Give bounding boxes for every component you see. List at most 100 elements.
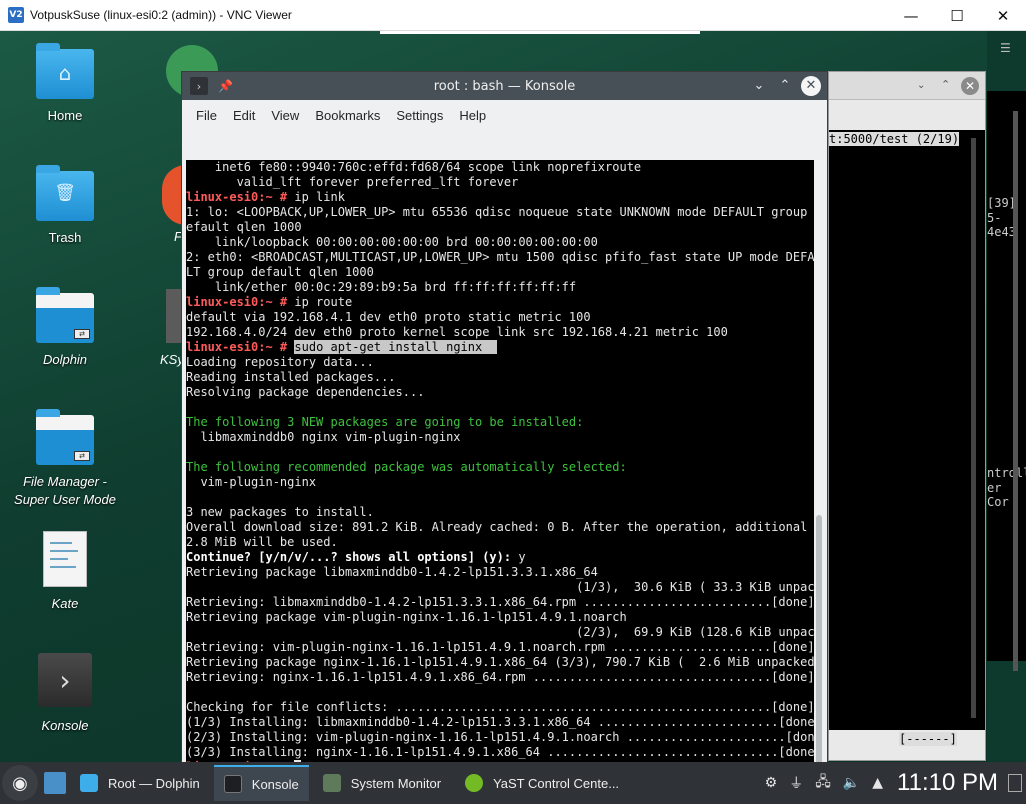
- terminal-output[interactable]: inet6 fe80::9940:760c:effd:fd68/64 scope…: [186, 160, 818, 762]
- vnc-minimize-button[interactable]: —: [888, 0, 934, 31]
- background-window-close-icon[interactable]: ✕: [961, 77, 979, 95]
- show-desktop-button[interactable]: [1008, 774, 1022, 792]
- menu-edit[interactable]: Edit: [233, 108, 255, 123]
- bold-prompt-text: Continue? [y/n/v/...? shows all options]…: [186, 550, 512, 564]
- vnc-close-button[interactable]: ✕: [980, 0, 1026, 31]
- scrollbar-thumb[interactable]: [816, 515, 822, 762]
- chevron-up-icon[interactable]: ⌃: [941, 78, 950, 91]
- bg-scrollbar[interactable]: [971, 138, 976, 718]
- terminal-line: (3/3) Installing: nginx-1.16.1-lp151.4.9…: [186, 745, 818, 760]
- expand-icon[interactable]: ▲: [872, 775, 883, 791]
- task-konsole[interactable]: Konsole: [213, 765, 309, 801]
- vnc-window-title: VotpuskSuse (linux-esi0:2 (admin)) - VNC…: [30, 8, 292, 22]
- vnc-maximize-button[interactable]: ☐: [934, 0, 980, 31]
- terminal-line: valid_lft forever preferred_lft forever: [186, 175, 818, 190]
- terminal-line: vim-plugin-nginx: [186, 475, 818, 490]
- konsole-menubar: File Edit View Bookmarks Settings Help: [182, 100, 827, 130]
- tools-icon[interactable]: ⚙: [765, 775, 778, 791]
- edge-terminal-line: 5-4e43: [987, 211, 1016, 239]
- desktop-icon-konsole[interactable]: › Konsole: [0, 653, 130, 735]
- chevron-up-icon[interactable]: ⌃: [775, 76, 795, 96]
- output-text: efault qlen 1000: [186, 220, 302, 234]
- desktop-icon-label: Home: [47, 108, 83, 123]
- output-text: inet6 fe80::9940:760c:effd:fd68/64 scope…: [186, 160, 642, 174]
- task-label: Root — Dolphin: [108, 775, 200, 791]
- output-text: (3/3) Installing: nginx-1.16.1-lp151.4.9…: [186, 745, 818, 759]
- yast-task-icon: [465, 774, 484, 792]
- output-text: LT group default qlen 1000: [186, 265, 374, 279]
- konsole-app-icon[interactable]: ›: [190, 77, 208, 95]
- chevron-down-icon[interactable]: ⌄: [749, 76, 769, 96]
- terminal-line: Retrieving: libmaxminddb0-1.4.2-lp151.3.…: [186, 595, 818, 610]
- terminal-line: Retrieving: nginx-1.16.1-lp151.4.9.1.x86…: [186, 670, 818, 685]
- application-launcher-icon[interactable]: ◉: [2, 765, 38, 801]
- background-window-titlebar[interactable]: ⌄ ⌃ ✕: [829, 72, 985, 100]
- edge-terminal-line: ntroll: [987, 466, 1026, 480]
- menu-view[interactable]: View: [271, 108, 299, 123]
- output-text: 2: eth0: <BROADCAST,MULTICAST,UP,LOWER_U…: [186, 250, 818, 264]
- output-text: Reading installed packages...: [186, 370, 396, 384]
- menu-bookmarks[interactable]: Bookmarks: [315, 108, 380, 123]
- konsole-window[interactable]: › 📌 root : bash — Konsole ⌄ ⌃ ✕ File Edi…: [181, 71, 828, 762]
- menu-file[interactable]: File: [196, 108, 217, 123]
- output-text: Retrieving: vim-plugin-nginx-1.16.1-lp15…: [186, 640, 815, 654]
- edge-scrollbar[interactable]: [1013, 111, 1018, 671]
- shell-prompt: linux-esi0:~ #: [186, 190, 288, 204]
- terminal-scrollbar[interactable]: [814, 160, 824, 762]
- desktop-icon-file-manager-su[interactable]: ⇄ File Manager - Super User Mode: [0, 409, 130, 509]
- task-root-dolphin[interactable]: Root — Dolphin: [70, 765, 210, 801]
- audio-icon[interactable]: 🔈: [843, 775, 860, 791]
- desktop-icon-trash[interactable]: 🗑 Trash: [0, 165, 130, 247]
- task-label: Konsole: [251, 776, 299, 792]
- background-terminal: t:5000/test (2/19) [39] 5-4e43 ntroll er…: [829, 130, 1026, 746]
- output-text: Overall download size: 891.2 KiB. Alread…: [186, 520, 808, 534]
- info-heading: The following recommended package was au…: [186, 460, 627, 474]
- menu-settings[interactable]: Settings: [396, 108, 443, 123]
- terminal-line: Retrieving package libmaxminddb0-1.4.2-l…: [186, 565, 818, 580]
- terminal-line: 2: eth0: <BROADCAST,MULTICAST,UP,LOWER_U…: [186, 250, 818, 265]
- pin-icon[interactable]: 📌: [218, 79, 233, 93]
- terminal-line: linux-esi0:~ # sudo apt-get install ngin…: [186, 340, 818, 355]
- menu-help[interactable]: Help: [459, 108, 486, 123]
- shell-prompt: linux-esi0:~ #: [186, 340, 288, 354]
- konsole-close-icon[interactable]: ✕: [801, 76, 821, 96]
- clock[interactable]: 11:10 PM: [897, 769, 998, 797]
- edge-terminal-line: [39]: [987, 196, 1016, 210]
- task-yast[interactable]: YaST Control Cente...: [455, 765, 629, 801]
- desktop-icon-home[interactable]: ⌂ Home: [0, 43, 130, 125]
- konsole-titlebar[interactable]: › 📌 root : bash — Konsole ⌄ ⌃ ✕: [182, 72, 827, 100]
- desktop-icon-dolphin[interactable]: ⇄ Dolphin: [0, 287, 130, 369]
- konsole-window-title: root : bash — Konsole: [433, 78, 576, 94]
- output-text: 1: lo: <LOOPBACK,UP,LOWER_UP> mtu 65536 …: [186, 205, 818, 219]
- terminal-line: Reading installed packages...: [186, 370, 818, 385]
- terminal-line: (2/3) Installing: vim-plugin-nginx-1.16.…: [186, 730, 818, 745]
- terminal-line: The following 3 NEW packages are going t…: [186, 415, 818, 430]
- chevron-down-icon[interactable]: ⌄: [917, 80, 925, 91]
- edge-window-icon[interactable]: ☰: [1000, 41, 1011, 55]
- terminal-line: Retrieving: vim-plugin-nginx-1.16.1-lp15…: [186, 640, 818, 655]
- network-icon[interactable]: 🖧: [815, 771, 831, 795]
- terminal-line: Loading repository data...: [186, 355, 818, 370]
- terminal-line: 2.8 MiB will be used.: [186, 535, 818, 550]
- info-heading: The following 3 NEW packages are going t…: [186, 415, 584, 429]
- terminal-line: The following recommended package was au…: [186, 460, 818, 475]
- vnc-logo-icon: V2: [8, 7, 24, 23]
- terminal-line: 192.168.4.0/24 dev eth0 proto kernel sco…: [186, 325, 818, 340]
- task-system-monitor[interactable]: System Monitor: [313, 765, 451, 801]
- pager-icon[interactable]: [44, 772, 66, 794]
- output-text: vim-plugin-nginx: [186, 475, 317, 489]
- task-label: YaST Control Cente...: [493, 775, 620, 791]
- output-text: Resolving package dependencies...: [186, 385, 425, 399]
- terminal-line: linux-esi0:~ # ip route: [186, 295, 818, 310]
- output-text: link/loopback 00:00:00:00:00:00 brd 00:0…: [186, 235, 598, 249]
- terminal-line: default via 192.168.4.1 dev eth0 proto s…: [186, 310, 818, 325]
- dolphin-task-icon: [80, 774, 98, 792]
- background-window[interactable]: ⌄ ⌃ ✕ t:5000/test (2/19) [39] 5-4e43 ntr…: [828, 71, 1026, 761]
- terminal-line: inet6 fe80::9940:760c:effd:fd68/64 scope…: [186, 160, 818, 175]
- usb-icon[interactable]: ⏚: [789, 773, 803, 793]
- shell-prompt: linux-esi0:~ #: [186, 295, 288, 309]
- desktop-icon-kate[interactable]: Kate: [0, 531, 130, 613]
